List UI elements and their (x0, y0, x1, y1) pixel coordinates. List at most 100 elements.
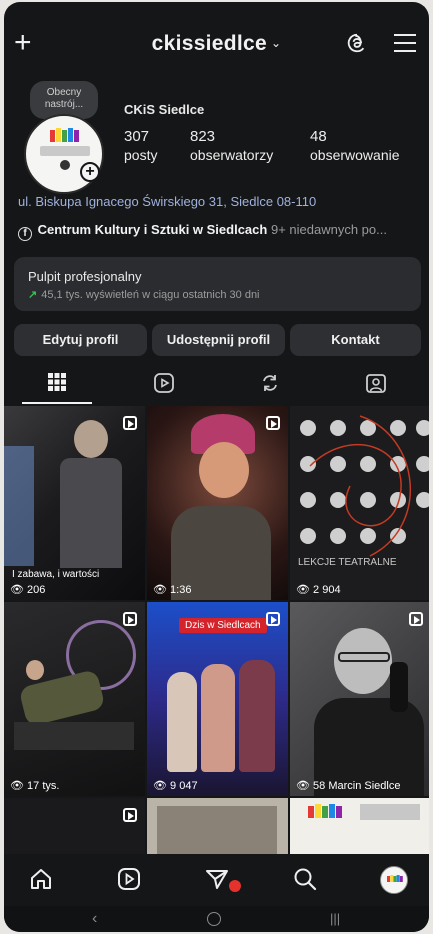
avatar-mark (60, 160, 70, 170)
view-count: 1:36 (170, 584, 192, 596)
stat-value: 307 (124, 128, 150, 145)
grid-post[interactable] (4, 798, 145, 854)
dashboard-subtitle: ↗ 45,1 tys. wyświetleń w ciągu ostatnich … (28, 288, 407, 301)
reel-indicator-icon (123, 416, 137, 430)
trend-up-icon: ↗ (28, 289, 38, 301)
post-figure (26, 660, 44, 680)
stat-value: 48 (310, 128, 327, 145)
display-name: CKiS Siedlce (124, 102, 205, 117)
grid-icon (48, 373, 66, 391)
grid-post[interactable] (147, 798, 288, 854)
avatar[interactable] (24, 114, 104, 194)
view-count: 58 (313, 780, 326, 792)
search-icon[interactable] (292, 866, 318, 892)
post-figure (338, 652, 390, 662)
tab-reposts[interactable] (216, 364, 322, 404)
stat-label: posty (124, 147, 158, 163)
post-figure (60, 458, 122, 568)
reels-icon[interactable] (116, 866, 142, 892)
post-views: 👁 2 904 (296, 584, 341, 596)
grid-post[interactable]: 👁 17 tys. (4, 602, 145, 796)
profile-tabs (4, 364, 429, 404)
note-line-1: Obecny (46, 87, 82, 98)
post-figure (201, 664, 235, 772)
post-caption: Marcin Siedlce (328, 780, 401, 792)
post-figure (199, 442, 249, 498)
stat-label: obserwatorzy (190, 147, 274, 163)
back-icon[interactable]: ‹ (92, 910, 97, 928)
tab-tagged[interactable] (322, 364, 428, 404)
faces-collage (300, 415, 429, 557)
top-bar: + ckissiedlce ⌄ (4, 24, 429, 64)
view-count: 206 (27, 584, 46, 596)
home-icon[interactable] (28, 866, 54, 892)
stat-label: obserwowanie (310, 147, 400, 163)
view-count: 17 tys. (27, 780, 60, 792)
profile-icon[interactable] (380, 866, 408, 894)
post-figure (167, 672, 197, 772)
reel-indicator-icon (266, 416, 280, 430)
ckis-logo-icon (50, 128, 79, 142)
page-name: Centrum Kultury i Sztuki w Siedlcach (37, 222, 268, 237)
notification-dot (229, 880, 241, 892)
repost-icon (263, 375, 277, 391)
ckis-logo-icon (308, 804, 342, 818)
stat-followers[interactable]: 823 obserwatorzy (190, 127, 273, 165)
grid-post[interactable]: Dzis w Siedlcach 👁 9 047 (147, 602, 288, 796)
stat-following[interactable]: 48 obserwowanie (310, 127, 400, 165)
post-figure (239, 660, 275, 772)
grid-post[interactable]: I zabawa, i wartości 👁 206 (4, 406, 145, 600)
chevron-down-icon: ⌄ (271, 36, 282, 50)
instagram-profile-screen: + ckissiedlce ⌄ Obecny nastrój... + CKiS … (4, 2, 429, 932)
post-figure (14, 722, 134, 750)
facebook-page-link[interactable]: f Centrum Kultury i Sztuki w Siedlcach 9… (18, 222, 418, 241)
threads-icon[interactable] (346, 32, 368, 54)
reel-indicator-icon (123, 612, 137, 626)
stat-value: 823 (190, 128, 216, 145)
reel-indicator-icon (266, 612, 280, 626)
send-icon[interactable] (204, 866, 230, 892)
post-views: 👁 206 (10, 584, 46, 596)
post-figure (390, 662, 408, 712)
tagged-icon (366, 374, 386, 393)
grid-post[interactable]: LEKCJE TEATRALNE 👁 2 904 (290, 406, 429, 600)
post-views: 👁 1:36 (153, 584, 192, 596)
avatar-text-block (40, 146, 90, 156)
contact-button[interactable]: Kontakt (290, 324, 421, 356)
professional-dashboard[interactable]: Pulpit profesjonalny ↗ 45,1 tys. wyświetl… (14, 257, 421, 311)
edit-profile-button[interactable]: Edytuj profil (14, 324, 147, 356)
note-line-2: nastrój... (44, 99, 84, 110)
post-views: 👁 58 Marcin Siedlce (296, 780, 401, 792)
share-profile-button[interactable]: Udostępnij profil (152, 324, 285, 356)
view-count: 2 904 (313, 584, 341, 596)
system-navigation-bar: ‹ ||| (4, 906, 429, 932)
stat-posts[interactable]: 307 posty (124, 127, 157, 165)
post-tag: Dzis w Siedlcach (179, 618, 267, 633)
facebook-icon: f (18, 227, 32, 241)
post-views: 👁 9 047 (153, 780, 198, 792)
add-story-icon[interactable]: + (80, 162, 100, 182)
grid-post[interactable]: 👁 58 Marcin Siedlce (290, 602, 429, 796)
view-count: 9 047 (170, 780, 198, 792)
post-figure (74, 420, 108, 458)
tab-grid[interactable] (4, 364, 110, 404)
grid-post[interactable] (290, 798, 429, 854)
reels-icon (154, 373, 174, 393)
recent-apps-icon[interactable]: ||| (330, 911, 340, 926)
home-circle-icon[interactable] (207, 912, 221, 926)
dashboard-stat: 45,1 tys. wyświetleń w ciągu ostatnich 3… (41, 289, 260, 301)
post-caption: I zabawa, i wartości (12, 569, 100, 580)
post-figure (4, 446, 34, 566)
reel-indicator-icon (409, 612, 423, 626)
ckis-logo-icon (387, 875, 403, 882)
reel-indicator-icon (123, 808, 137, 822)
tab-reels[interactable] (110, 364, 216, 404)
hamburger-menu-icon[interactable] (394, 34, 416, 52)
location-link[interactable]: ul. Biskupa Ignacego Świrskiego 31, Sied… (18, 194, 316, 209)
dashboard-title: Pulpit profesjonalny (28, 269, 142, 284)
page-suffix: 9+ niedawnych po... (270, 222, 387, 237)
post-figure (157, 806, 277, 854)
post-figure (360, 804, 420, 820)
grid-post[interactable]: 👁 1:36 (147, 406, 288, 600)
username: ckissiedlce (151, 32, 268, 55)
